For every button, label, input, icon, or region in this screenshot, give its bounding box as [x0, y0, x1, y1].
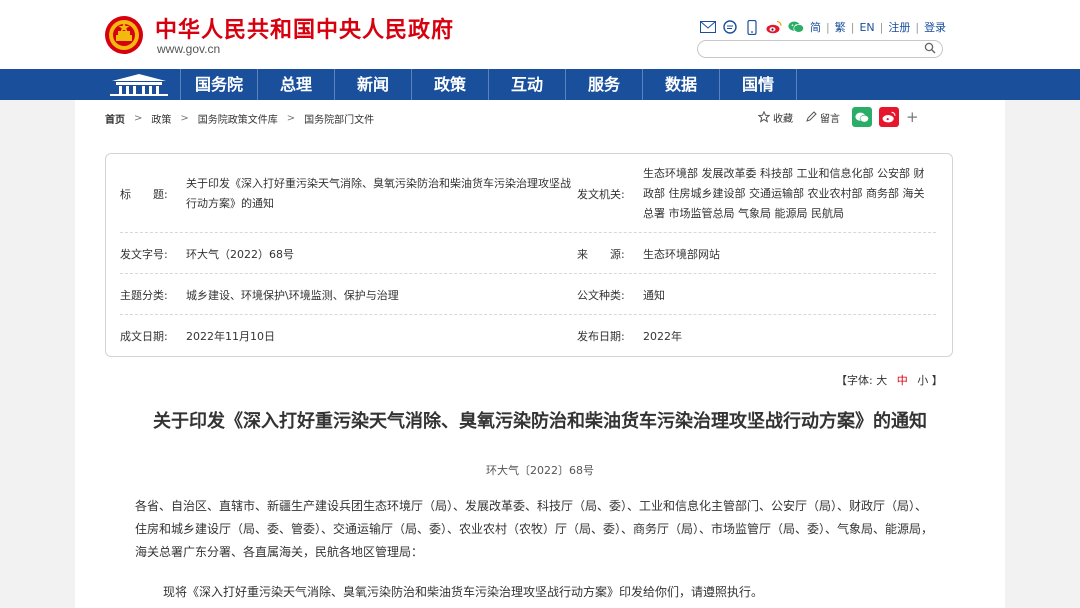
wechat-icon[interactable] [788, 19, 804, 35]
info-row: 成文日期: 2022年11月10日 发布日期: 2022年 [120, 315, 936, 355]
topic-label: 主题分类: [120, 289, 168, 302]
main-nav: 国务院 总理 新闻 政策 互动 服务 数据 国情 [0, 69, 1080, 100]
star-icon [758, 111, 770, 123]
weibo-icon[interactable] [766, 19, 782, 35]
comment-label: 留言 [820, 113, 840, 125]
font-size-prefix: 【字体: [836, 374, 873, 387]
mobile-icon[interactable] [744, 19, 760, 35]
title-value: 关于印发《深入打好重污染天气消除、臭氧污染防治和柴油货车污染治理攻坚战行动方案》… [186, 177, 571, 210]
document-info-table: 标 题: 关于印发《深入打好重污染天气消除、臭氧污染防治和柴油货车污染治理攻坚战… [105, 153, 953, 357]
info-row: 发文字号: 环大气（2022）68号 来 源: 生态环境部网站 [120, 233, 936, 274]
chevron-right-icon: > [134, 113, 143, 124]
nav-items: 国务院 总理 新闻 政策 互动 服务 数据 国情 [180, 69, 797, 100]
chat-icon[interactable] [722, 19, 738, 35]
divider: | [879, 20, 884, 34]
content-area: 首页 > 政策 > 国务院政策文件库 > 国务院部门文件 收藏 留言 + 标 题… [75, 100, 1005, 608]
doc-type-value: 通知 [643, 289, 665, 302]
font-size-large[interactable]: 大 [876, 374, 887, 387]
document-title: 关于印发《深入打好重污染天气消除、臭氧污染防治和柴油货车污染治理攻坚战行动方案》… [153, 411, 927, 432]
search-input[interactable] [697, 40, 943, 58]
favorite-button[interactable]: 收藏 [758, 110, 793, 125]
written-date-value: 2022年11月10日 [186, 330, 275, 343]
written-date-label: 成文日期: [120, 330, 168, 343]
issuer-label: 发文机关: [577, 188, 625, 201]
home-building-icon[interactable] [104, 71, 174, 98]
national-emblem-icon[interactable] [104, 13, 144, 57]
weibo-icon [882, 111, 896, 123]
chevron-right-icon: > [180, 113, 189, 124]
divider: | [826, 20, 830, 34]
nav-item-interaction[interactable]: 互动 [488, 69, 565, 100]
breadcrumb-policy-library[interactable]: 国务院政策文件库 [198, 111, 278, 126]
breadcrumb-department-docs[interactable]: 国务院部门文件 [304, 111, 374, 126]
nav-item-national-info[interactable]: 国情 [719, 69, 797, 100]
breadcrumb-policy[interactable]: 政策 [151, 111, 171, 126]
breadcrumb: 首页 > 政策 > 国务院政策文件库 > 国务院部门文件 [105, 111, 374, 126]
divider: | [850, 20, 855, 34]
font-size-small[interactable]: 小 [917, 374, 928, 387]
topic-value: 城乡建设、环境保护\环境监测、保护与治理 [186, 289, 399, 302]
title-label: 标 题: [120, 188, 168, 201]
chevron-right-icon: > [286, 113, 296, 124]
nav-item-data[interactable]: 数据 [642, 69, 719, 100]
more-share-button[interactable]: + [906, 108, 919, 126]
link-simplified[interactable]: 简 [810, 19, 821, 35]
site-url[interactable]: www.gov.cn [157, 42, 220, 56]
nav-item-policy[interactable]: 政策 [411, 69, 488, 100]
nav-item-news[interactable]: 新闻 [334, 69, 411, 100]
font-size-medium[interactable]: 中 [897, 374, 908, 387]
font-size-switcher: 【字体: 大 中 小 】 [836, 372, 943, 388]
doc-type-label: 公文种类: [577, 289, 625, 302]
breadcrumb-home[interactable]: 首页 [105, 111, 125, 126]
mail-icon[interactable] [700, 19, 716, 35]
pen-icon [806, 111, 817, 122]
font-size-suffix: 】 [931, 374, 943, 387]
link-login[interactable]: 登录 [924, 19, 946, 35]
divider: | [915, 20, 920, 34]
comment-button[interactable]: 留言 [805, 110, 840, 125]
link-english[interactable]: EN [859, 21, 874, 34]
nav-item-premier[interactable]: 总理 [257, 69, 334, 100]
link-traditional[interactable]: 繁 [835, 19, 846, 35]
nav-item-services[interactable]: 服务 [565, 69, 642, 100]
document-number: 环大气〔2022〕68号 [486, 464, 594, 477]
publish-date-label: 发布日期: [577, 330, 625, 343]
favorite-label: 收藏 [773, 113, 793, 125]
share-tools: 收藏 留言 + [758, 107, 919, 127]
wechat-icon [855, 112, 869, 122]
site-header: 中华人民共和国中央人民政府 www.gov.cn 简 | 繁 | EN | 注册… [0, 0, 1080, 69]
top-links: 简 | 繁 | EN | 注册 | 登录 [700, 18, 946, 36]
link-register[interactable]: 注册 [888, 19, 910, 35]
document-addressee: 各省、自治区、直辖市、新疆生产建设兵团生态环境厅（局）、发展改革委、科技厅（局、… [135, 499, 934, 559]
source-label: 来 源: [577, 248, 625, 261]
publish-date-value: 2022年 [643, 330, 682, 343]
share-wechat-button[interactable] [852, 107, 872, 127]
document-body: 现将《深入打好重污染天气消除、臭氧污染防治和柴油货车污染治理攻坚战行动方案》印发… [163, 585, 764, 599]
doc-number-label: 发文字号: [120, 248, 168, 261]
info-row: 标 题: 关于印发《深入打好重污染天气消除、臭氧污染防治和柴油货车污染治理攻坚战… [120, 154, 936, 233]
issuer-value: 生态环境部 发展改革委 科技部 工业和信息化部 公安部 财政部 住房城乡建设部 … [643, 167, 925, 220]
source-value: 生态环境部网站 [643, 248, 720, 261]
site-title[interactable]: 中华人民共和国中央人民政府 [155, 12, 454, 44]
search-icon[interactable] [923, 41, 937, 55]
share-weibo-button[interactable] [879, 107, 899, 127]
info-row: 主题分类: 城乡建设、环境保护\环境监测、保护与治理 公文种类: 通知 [120, 274, 936, 315]
nav-item-state-council[interactable]: 国务院 [180, 69, 257, 100]
doc-number-value: 环大气（2022）68号 [186, 248, 294, 261]
